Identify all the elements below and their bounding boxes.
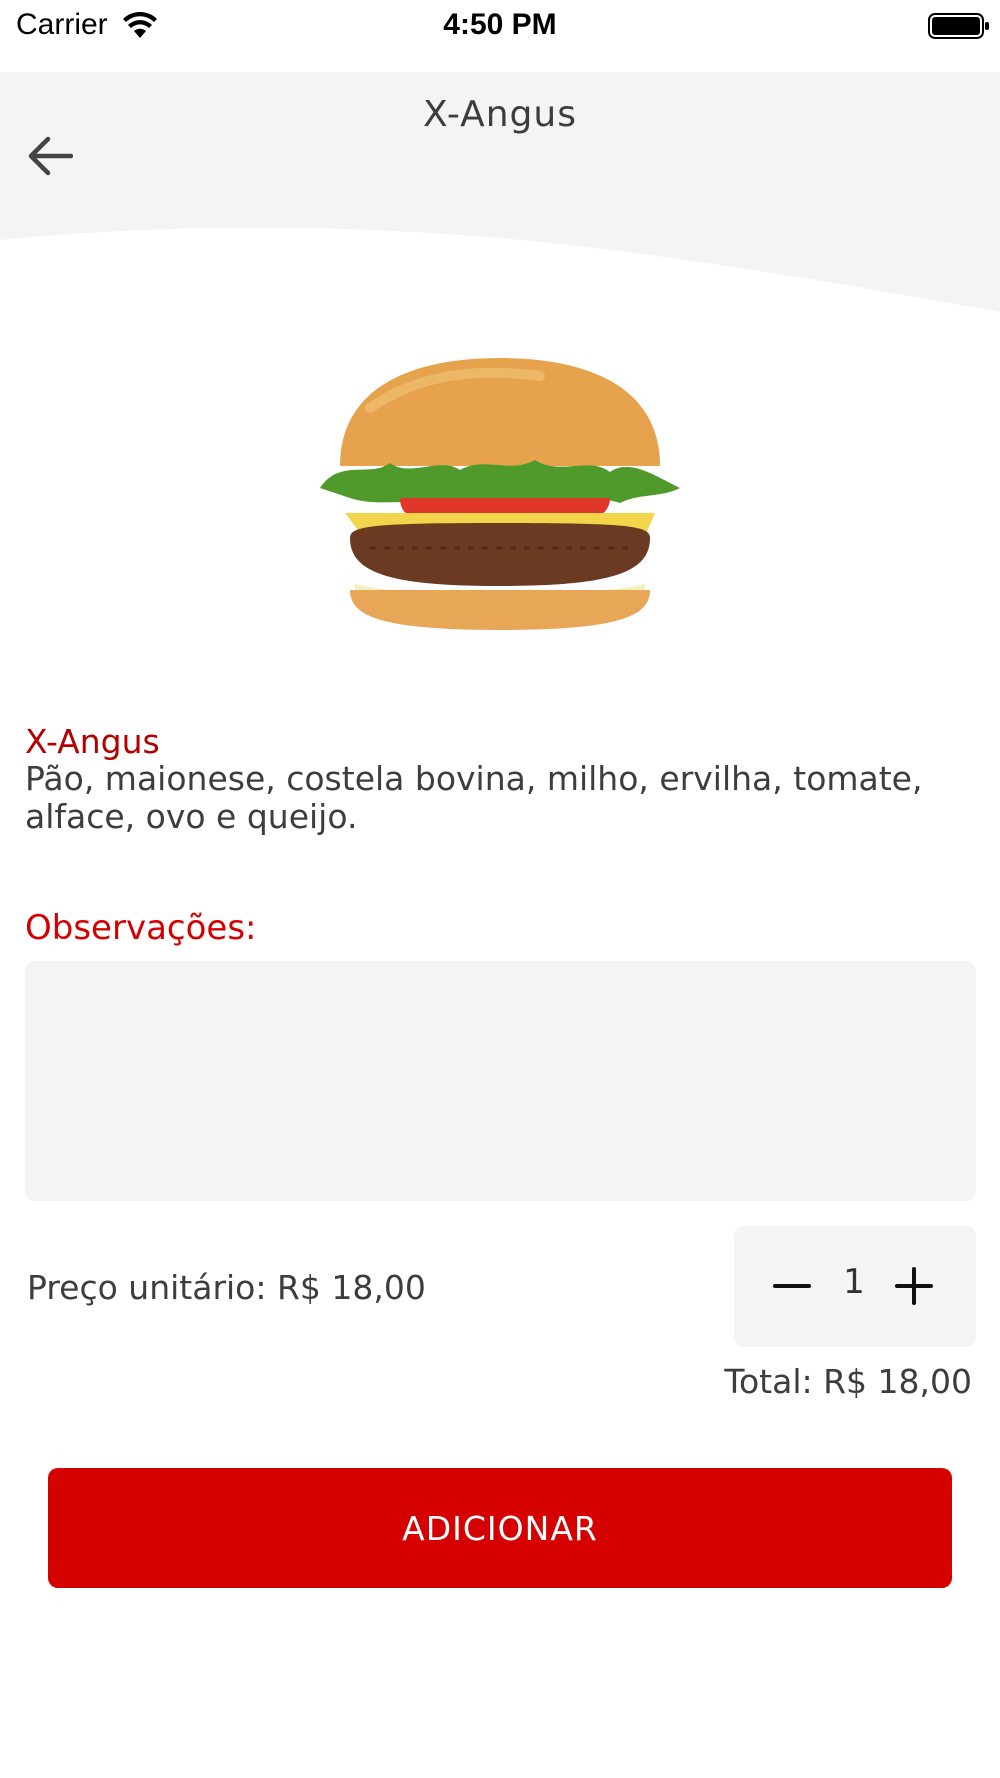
observations-input[interactable] <box>25 961 976 1201</box>
plus-icon <box>895 1267 933 1305</box>
quantity-value: 1 <box>843 1262 865 1302</box>
nav-header: X-Angus <box>0 72 1000 322</box>
increase-quantity-button[interactable] <box>884 1256 944 1316</box>
observations-label: Observações: <box>25 908 257 948</box>
product-image <box>310 348 690 638</box>
status-time: 4:50 PM <box>443 8 557 41</box>
quantity-stepper: 1 <box>734 1226 976 1347</box>
product-name: X-Angus <box>25 722 160 761</box>
minus-icon <box>773 1284 811 1288</box>
arrow-left-icon <box>28 136 73 176</box>
back-button[interactable] <box>20 126 80 186</box>
total-price: Total: R$ 18,00 <box>724 1362 972 1401</box>
add-to-cart-button[interactable]: ADICIONAR <box>48 1468 952 1588</box>
unit-price: Preço unitário: R$ 18,00 <box>27 1268 426 1307</box>
status-bar: Carrier 4:50 PM <box>0 0 1000 72</box>
page-title: X-Angus <box>423 94 577 135</box>
battery-icon <box>928 12 990 44</box>
product-description: Pão, maionese, costela bovina, milho, er… <box>25 759 923 836</box>
decrease-quantity-button[interactable] <box>762 1256 822 1316</box>
